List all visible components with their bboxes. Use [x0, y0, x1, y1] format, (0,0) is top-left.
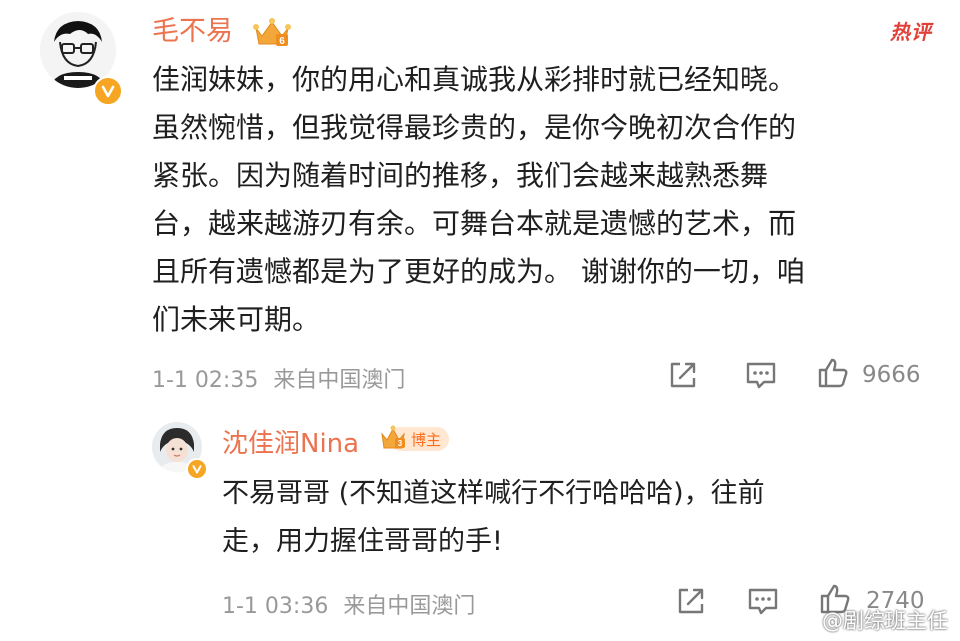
main-comment-meta: 1-1 02:35 来自中国澳门: [152, 362, 405, 394]
reply-timestamp: 1-1 03:36: [222, 594, 329, 619]
reply-badges: 3 博主: [381, 425, 450, 451]
reply-comment-icon[interactable]: [746, 584, 780, 622]
reply-line: 不易哥哥 (不知道这样喊行不行哈哈哈)，往前: [222, 478, 765, 509]
reply-author-name-text[interactable]: 沈佳润Nina: [222, 429, 359, 459]
reply-line: 走，用力握住哥哥的手!: [222, 526, 503, 557]
hot-comment-tag: 热评: [890, 20, 932, 44]
comment-line: 且所有遗憾都是为了更好的成为。 谢谢你的一切，咱: [152, 255, 805, 288]
reply-text: 不易哥哥 (不知道这样喊行不行哈哈哈)，往前 走，用力握住哥哥的手!: [222, 470, 922, 566]
comment-source: 来自中国澳门: [273, 368, 406, 393]
watermark-text: @剧综班主任: [822, 608, 948, 633]
like-count: 9666: [862, 362, 921, 388]
verified-v-glyph: [192, 465, 202, 474]
verified-v-glyph: [101, 85, 115, 98]
reply-source: 来自中国澳门: [343, 594, 476, 619]
comment-line: 虽然惋惜，但我觉得最珍贵的，是你今晚初次合作的: [152, 111, 797, 144]
author-name[interactable]: 毛不易: [152, 15, 233, 49]
comment-line: 们未来可期。: [152, 303, 321, 336]
crown-badge-icon[interactable]: 6: [252, 16, 292, 52]
author-name-text[interactable]: 毛不易: [152, 16, 233, 47]
verified-icon: [93, 76, 123, 106]
svg-text:3: 3: [398, 439, 403, 448]
weibo-logo-icon: [785, 608, 811, 635]
reply-share-icon[interactable]: [674, 584, 708, 622]
comment-icon[interactable]: [744, 358, 778, 396]
comment-line: 紧张。因为随着时间的推移，我们会越来越熟悉舞: [152, 159, 769, 192]
comment-line: 佳润妹妹，你的用心和真诚我从彩排时就已经知晓。: [152, 63, 797, 96]
blogger-badge: 3 博主: [381, 425, 450, 451]
svg-text:6: 6: [279, 36, 285, 47]
main-comment-text: 佳润妹妹，你的用心和真诚我从彩排时就已经知晓。 虽然惋惜，但我觉得最珍贵的，是你…: [152, 56, 942, 344]
watermark: @剧综班主任: [785, 605, 948, 636]
like-icon[interactable]: [816, 356, 850, 394]
share-icon[interactable]: [666, 358, 700, 396]
comment-timestamp: 1-1 02:35: [152, 368, 259, 393]
reply-verified-icon: [186, 458, 208, 480]
comment-line: 台，越来越游刃有余。可舞台本就是遗憾的艺术，而: [152, 207, 797, 240]
blogger-badge-label: 博主: [411, 430, 442, 449]
reply-author-name[interactable]: 沈佳润Nina: [222, 427, 359, 461]
reply-crown-icon: 3: [381, 425, 405, 449]
reply-meta: 1-1 03:36 来自中国澳门: [222, 588, 475, 620]
